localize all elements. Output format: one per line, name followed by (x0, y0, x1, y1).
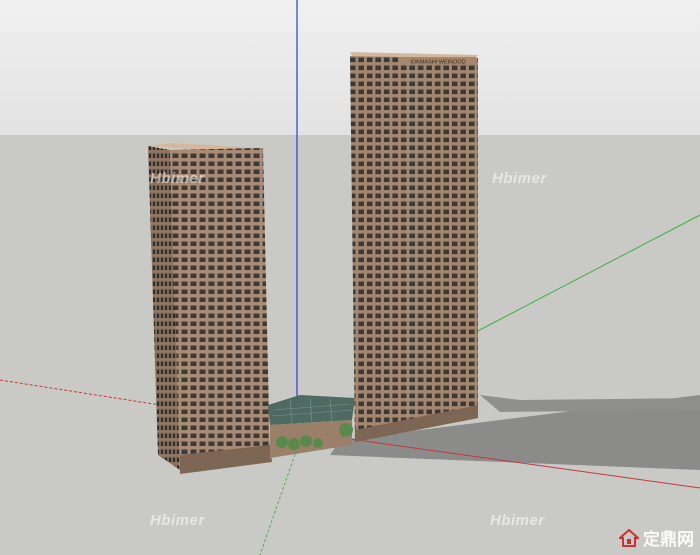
logo-text: 定鼎网 (643, 530, 694, 550)
left-tower-face (170, 148, 270, 470)
right-tower-sign: IOKMASHI WEINOOD (410, 60, 465, 66)
watermark: Hbimer (492, 170, 547, 187)
watermark: Hbimer (490, 512, 545, 529)
building-scene: IOKMASHI WEINOOD (0, 0, 700, 555)
watermark: Hbimer (150, 512, 205, 529)
site-logo: 定鼎网 (619, 525, 694, 550)
sky (0, 0, 700, 135)
house-logo-icon (619, 528, 639, 547)
right-tower-face (350, 56, 478, 442)
watermark: Hbimer (150, 170, 205, 187)
ground-plane (0, 135, 700, 555)
